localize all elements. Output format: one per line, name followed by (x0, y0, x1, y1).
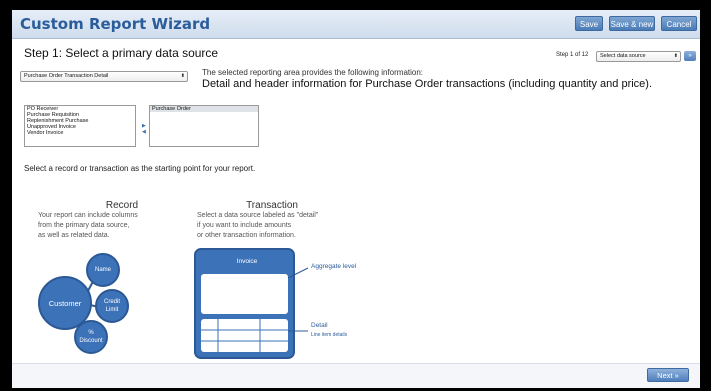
list-item[interactable]: Purchase Order (150, 106, 258, 112)
page-title: Custom Report Wizard (20, 15, 211, 33)
available-sources-list[interactable]: PO Receiver Purchase Requisition Repleni… (24, 105, 136, 147)
transaction-desc-line: if you want to include amounts (197, 222, 292, 229)
discount-node: % Discount (74, 320, 108, 354)
data-source-select[interactable]: Select data source ⬍ (596, 51, 681, 62)
detail-box (201, 319, 288, 352)
invoice-label: Invoice (236, 258, 258, 265)
header-bar: Custom Report Wizard Save Save & new Can… (12, 10, 700, 39)
chevron-updown-icon: ⬍ (673, 53, 678, 59)
save-and-new-button[interactable]: Save & new (609, 16, 655, 31)
primary-source-value: Purchase Order Transaction Detail (24, 73, 109, 79)
list-item[interactable]: Vendor Invoice (25, 130, 135, 136)
record-desc-line: as well as related data. (38, 232, 110, 239)
detail-sub-label: Line item details (311, 332, 348, 338)
credit-limit-node: Credit Limit (95, 289, 129, 323)
step-title: Step 1: Select a primary data source (24, 46, 219, 60)
record-heading: Record (105, 200, 139, 211)
instruction-text: Select a record or transaction as the st… (24, 164, 256, 173)
transaction-desc-line: Select a data source labeled as "detail" (197, 212, 319, 219)
primary-source-select[interactable]: Purchase Order Transaction Detail ⬍ (20, 71, 188, 82)
selected-sources-list[interactable]: Purchase Order (149, 105, 259, 147)
record-desc-line: from the primary data source, (38, 222, 130, 229)
record-desc-line: Your report can include columns (38, 212, 138, 219)
info-label: The selected reporting area provides the… (202, 68, 424, 77)
aggregate-label: Aggregate level (311, 263, 357, 270)
name-node: Name (86, 253, 120, 287)
footer-bar: Next » (12, 363, 700, 388)
move-buttons: ▶ ◀ (142, 123, 146, 135)
wizard-window: Custom Report Wizard Save Save & new Can… (12, 10, 700, 388)
info-detail: Detail and header information for Purcha… (202, 78, 653, 90)
move-left-icon[interactable]: ◀ (142, 129, 146, 135)
chevron-updown-icon: ⬍ (180, 73, 185, 79)
next-button[interactable]: Next » (647, 368, 689, 382)
go-button[interactable]: » (684, 51, 696, 61)
detail-label: Detail (311, 322, 328, 329)
transaction-desc-line: or other transaction information. (197, 232, 296, 239)
data-source-select-value: Select data source (600, 53, 646, 59)
step-counter: Step 1 of 12 (556, 52, 589, 58)
cancel-button[interactable]: Cancel (661, 16, 697, 31)
save-button[interactable]: Save (575, 16, 603, 31)
transaction-description: Select a data source labeled as "detail"… (197, 211, 357, 241)
transaction-heading: Transaction (246, 200, 298, 211)
record-description: Your report can include columns from the… (38, 211, 188, 241)
aggregate-box (201, 274, 288, 314)
